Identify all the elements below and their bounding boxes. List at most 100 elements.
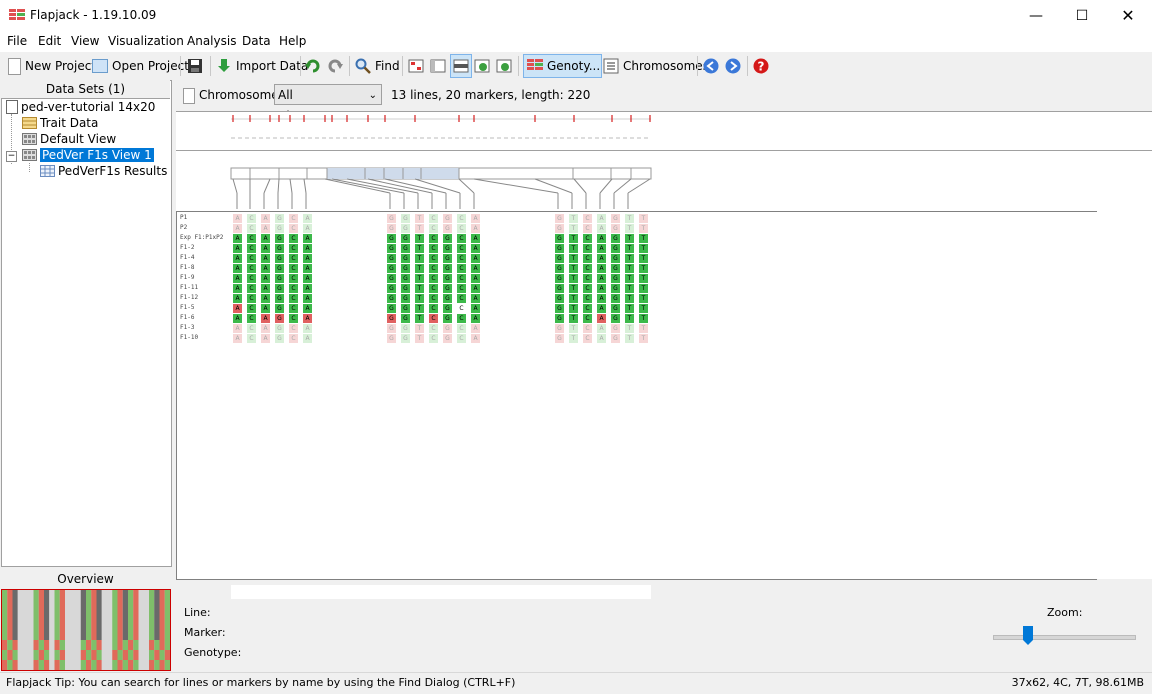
genotype-cell[interactable]: C	[429, 284, 438, 293]
tree-item-pedver-results[interactable]: PedVerF1s Results	[40, 164, 167, 178]
genotype-cell[interactable]: T	[625, 334, 634, 343]
genotype-cell[interactable]: A	[471, 234, 480, 243]
genotype-cell[interactable]: A	[303, 264, 312, 273]
genotype-cell[interactable]: C	[583, 304, 592, 313]
genotype-cell[interactable]: A	[471, 334, 480, 343]
genotype-cell[interactable]: A	[261, 314, 270, 323]
genotype-cell[interactable]: T	[625, 304, 634, 313]
genotype-cell[interactable]: A	[471, 294, 480, 303]
genotype-cell[interactable]: G	[387, 294, 396, 303]
genotype-cell[interactable]: A	[261, 334, 270, 343]
genotype-cell[interactable]: A	[471, 214, 480, 223]
genotype-cell[interactable]: C	[583, 314, 592, 323]
menu-view[interactable]: View	[71, 34, 99, 48]
genotype-cell[interactable]: G	[443, 334, 452, 343]
genotype-cell[interactable]: G	[387, 334, 396, 343]
undo-button[interactable]	[305, 54, 321, 78]
genotype-cell[interactable]: G	[401, 264, 410, 273]
genotype-cell[interactable]: C	[583, 214, 592, 223]
genotype-cell[interactable]: G	[555, 214, 564, 223]
line-name[interactable]: F1-9	[180, 274, 194, 281]
genotype-cell[interactable]: A	[261, 274, 270, 283]
genotype-cell[interactable]: A	[471, 274, 480, 283]
genotype-cell[interactable]: A	[597, 214, 606, 223]
genotype-cell[interactable]: G	[275, 234, 284, 243]
genotype-cell[interactable]: G	[387, 304, 396, 313]
open-project-button[interactable]: Open Project	[92, 54, 189, 78]
zoom-slider-thumb[interactable]	[1023, 626, 1033, 645]
genotype-cell[interactable]: T	[569, 334, 578, 343]
genotype-cell[interactable]: G	[401, 224, 410, 233]
genotype-cell[interactable]: A	[471, 254, 480, 263]
chromosome-map-strip[interactable]	[176, 111, 1152, 151]
genotype-cell[interactable]: G	[387, 324, 396, 333]
genotype-cell[interactable]: A	[303, 234, 312, 243]
genotype-cell[interactable]: G	[555, 284, 564, 293]
genotype-cell[interactable]: C	[457, 294, 466, 303]
genotype-cell[interactable]: G	[555, 264, 564, 273]
menu-edit[interactable]: Edit	[38, 34, 61, 48]
genotype-cell[interactable]: A	[233, 334, 242, 343]
genotype-cell[interactable]: C	[583, 334, 592, 343]
chromosomes-tab-button[interactable]: Chromosomes	[603, 54, 709, 78]
genotype-cell[interactable]: C	[247, 244, 256, 253]
genotype-cell[interactable]: A	[233, 214, 242, 223]
genotype-cell[interactable]: T	[639, 224, 648, 233]
redo-button[interactable]	[327, 54, 343, 78]
genotype-cell[interactable]: C	[583, 284, 592, 293]
genotype-cell[interactable]: G	[555, 274, 564, 283]
genotype-cell[interactable]: A	[597, 294, 606, 303]
genotype-cell[interactable]: C	[247, 274, 256, 283]
genotype-cell[interactable]: G	[387, 264, 396, 273]
genotype-cell[interactable]: T	[625, 284, 634, 293]
genotype-cell[interactable]: G	[443, 284, 452, 293]
genotype-cell[interactable]: C	[457, 224, 466, 233]
genotype-cell[interactable]: T	[639, 294, 648, 303]
horizontal-scrollbar[interactable]	[231, 585, 651, 599]
genotype-cell[interactable]: G	[275, 224, 284, 233]
genotype-cell[interactable]: T	[569, 294, 578, 303]
genotype-cell[interactable]: G	[443, 274, 452, 283]
line-name[interactable]: F1-8	[180, 264, 194, 271]
genotype-cell[interactable]: T	[415, 234, 424, 243]
genotype-cell[interactable]: G	[611, 254, 620, 263]
genotype-cell[interactable]: A	[471, 324, 480, 333]
genotype-cell[interactable]: A	[303, 244, 312, 253]
genotype-cell[interactable]: G	[401, 304, 410, 313]
genotype-cell[interactable]: A	[233, 274, 242, 283]
genotype-cell[interactable]: T	[625, 324, 634, 333]
genotype-cell[interactable]: G	[555, 304, 564, 313]
genotype-cell[interactable]: G	[401, 274, 410, 283]
genotype-cell[interactable]: G	[275, 214, 284, 223]
tree-item-dataset[interactable]: ped-ver-tutorial 14x20	[6, 100, 155, 114]
genotype-cell[interactable]: C	[289, 254, 298, 263]
genotype-cell[interactable]: T	[639, 214, 648, 223]
genotype-cell[interactable]: A	[471, 264, 480, 273]
genotype-cell[interactable]: A	[261, 264, 270, 273]
genotype-cell[interactable]: G	[611, 294, 620, 303]
genotype-cell[interactable]: G	[401, 234, 410, 243]
genotype-cell[interactable]: A	[261, 244, 270, 253]
genotype-cell[interactable]: G	[443, 304, 452, 313]
genotype-cell[interactable]: C	[247, 294, 256, 303]
genotype-cell[interactable]: G	[443, 214, 452, 223]
genotype-cell[interactable]: A	[597, 314, 606, 323]
minimize-button[interactable]: —	[1013, 0, 1059, 31]
genotype-cell[interactable]: T	[415, 224, 424, 233]
genotype-cell[interactable]: A	[261, 224, 270, 233]
genotype-cell[interactable]: C	[247, 314, 256, 323]
genotype-cell[interactable]: C	[289, 274, 298, 283]
genotype-cell[interactable]: C	[289, 294, 298, 303]
genotype-cell[interactable]: C	[289, 334, 298, 343]
genotype-cell[interactable]: C	[457, 324, 466, 333]
genotype-cell[interactable]: T	[415, 254, 424, 263]
genotype-cell[interactable]: G	[611, 264, 620, 273]
menu-help[interactable]: Help	[279, 34, 306, 48]
genotype-cell[interactable]: T	[639, 334, 648, 343]
genotype-cell[interactable]: G	[611, 314, 620, 323]
genotype-cell[interactable]: T	[569, 224, 578, 233]
genotype-cell[interactable]: G	[555, 324, 564, 333]
genotype-cell[interactable]: T	[569, 324, 578, 333]
genotype-cell[interactable]: G	[555, 314, 564, 323]
genotype-cell[interactable]: A	[303, 324, 312, 333]
